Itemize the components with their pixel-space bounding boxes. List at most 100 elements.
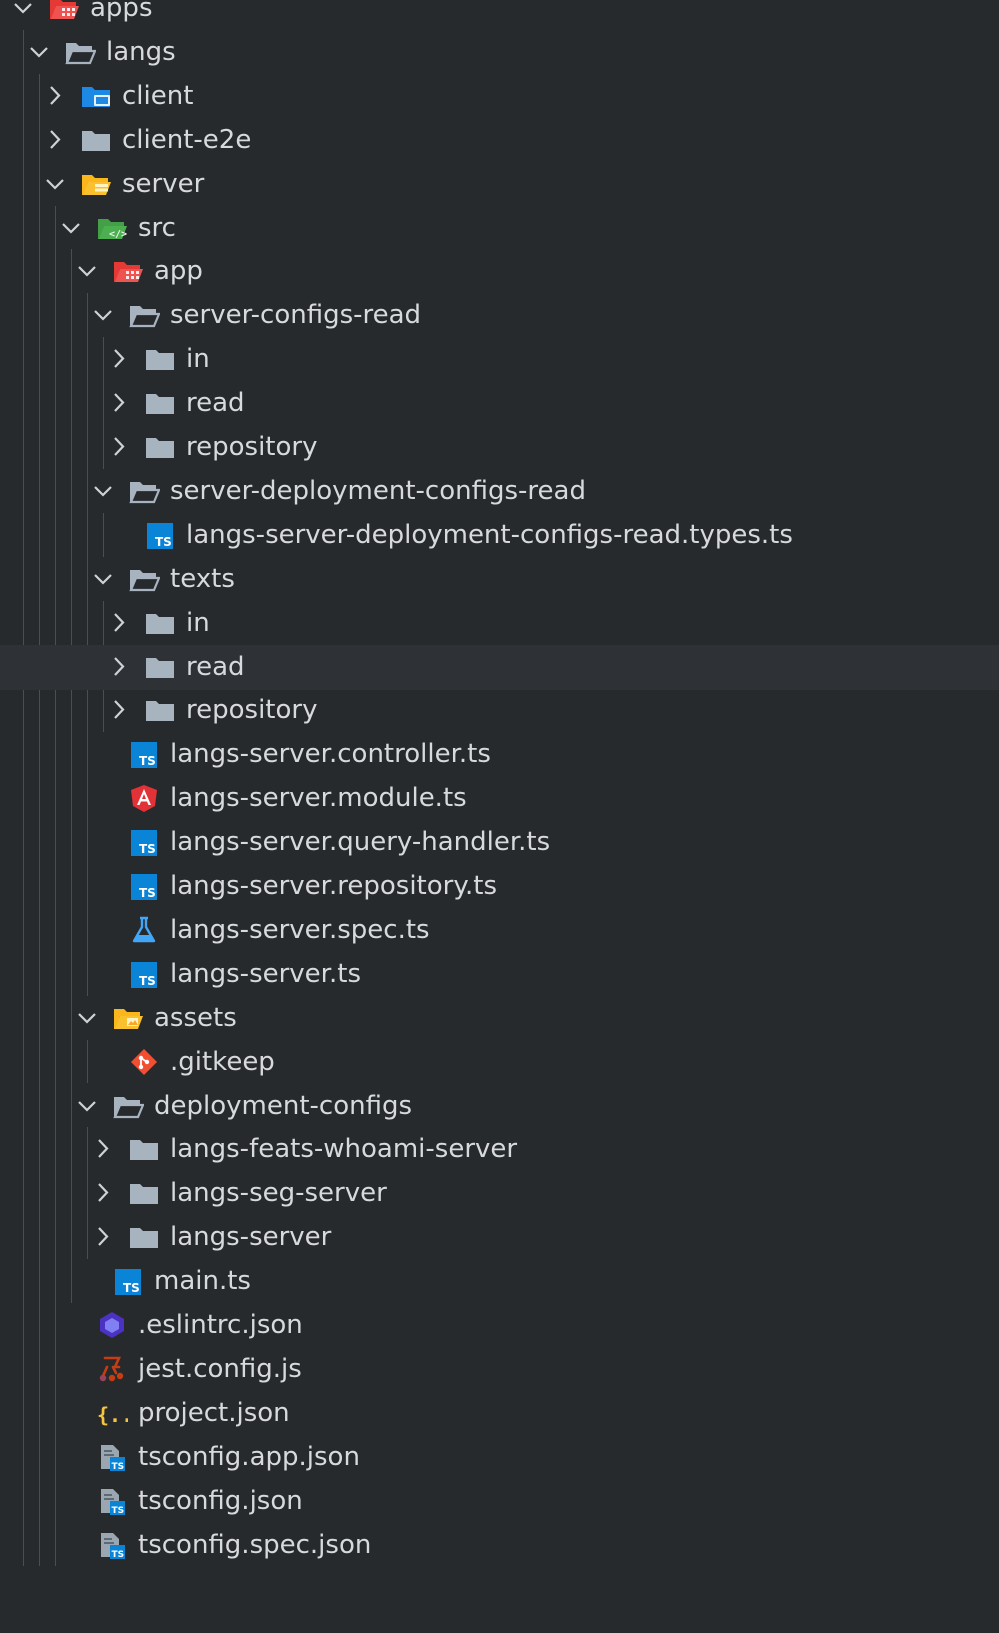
tree-item-label: in	[186, 607, 210, 638]
tree-file-row[interactable]: .gitkeep	[0, 1040, 999, 1085]
tree-item-label: apps	[90, 0, 153, 23]
tree-folder-row[interactable]: apps	[0, 0, 999, 31]
chevron-right-icon[interactable]	[106, 696, 132, 724]
chevron-down-icon[interactable]	[90, 301, 116, 329]
tree-file-row[interactable]: {..} project.json	[0, 1391, 999, 1436]
chevron-down-icon[interactable]	[90, 565, 116, 593]
tree-item-label: app	[154, 256, 203, 287]
folder-open-icon	[128, 564, 160, 594]
tree-file-row[interactable]: TS langs-server.ts	[0, 952, 999, 997]
tree-folder-row[interactable]: app	[0, 249, 999, 294]
chevron-right-icon[interactable]	[106, 653, 132, 681]
typescript-icon: TS	[128, 827, 160, 857]
tree-item-label: server	[122, 168, 205, 199]
tree-folder-row[interactable]: client-e2e	[0, 118, 999, 163]
tree-folder-row[interactable]: langs-seg-server	[0, 1171, 999, 1216]
tree-folder-row[interactable]: assets	[0, 996, 999, 1041]
tree-item-label: repository	[186, 695, 318, 726]
tree-folder-row[interactable]: repository	[0, 688, 999, 733]
tsconfig-icon: TS	[96, 1442, 128, 1472]
folder-icon	[128, 1178, 160, 1208]
folder-icon	[144, 652, 176, 682]
chevron-down-icon[interactable]	[74, 1004, 100, 1032]
chevron-right-icon[interactable]	[106, 345, 132, 373]
tree-folder-row[interactable]: langs-feats-whoami-server	[0, 1127, 999, 1172]
typescript-icon: TS	[128, 871, 160, 901]
svg-text:TS: TS	[139, 842, 156, 856]
folder-icon	[80, 125, 112, 155]
typescript-icon: TS	[128, 739, 160, 769]
folder-client-icon	[80, 81, 112, 111]
chevron-right-icon[interactable]	[42, 126, 68, 154]
chevron-right-icon[interactable]	[106, 389, 132, 417]
typescript-icon: TS	[144, 520, 176, 550]
chevron-right-icon[interactable]	[90, 1135, 116, 1163]
tree-folder-row[interactable]: read	[0, 644, 999, 690]
folder-icon	[144, 608, 176, 638]
chevron-down-icon[interactable]	[58, 214, 84, 242]
tree-file-row[interactable]: langs-server.spec.ts	[0, 908, 999, 953]
tree-item-label: server-configs-read	[170, 300, 422, 331]
git-icon	[128, 1047, 160, 1077]
tree-file-row[interactable]: TS tsconfig.app.json	[0, 1435, 999, 1480]
angular-icon	[128, 783, 160, 813]
tree-item-label: langs-server.repository.ts	[170, 871, 498, 901]
tree-folder-row[interactable]: server-deployment-configs-read	[0, 469, 999, 514]
tree-item-label: client-e2e	[122, 124, 252, 155]
typescript-icon: TS	[112, 1266, 144, 1296]
tree-folder-row[interactable]: in	[0, 601, 999, 646]
svg-text:TS: TS	[139, 754, 156, 768]
tree-file-row[interactable]: TS langs-server.query-handler.ts	[0, 820, 999, 865]
chevron-right-icon[interactable]	[90, 1223, 116, 1251]
tree-file-row[interactable]: TS tsconfig.json	[0, 1479, 999, 1524]
chevron-down-icon[interactable]	[74, 257, 100, 285]
chevron-down-icon[interactable]	[26, 38, 52, 66]
chevron-down-icon[interactable]	[42, 170, 68, 198]
tree-item-label: langs-server.controller.ts	[170, 739, 491, 770]
tree-folder-row[interactable]: texts	[0, 557, 999, 602]
tree-file-row[interactable]: jest.config.js	[0, 1347, 999, 1392]
tree-item-label: tsconfig.json	[138, 1485, 303, 1516]
tree-item-label: langs-server-deployment-configs-read.typ…	[186, 519, 793, 550]
tree-file-row[interactable]: .eslintrc.json	[0, 1303, 999, 1348]
tree-item-label: langs-seg-server	[170, 1178, 387, 1209]
test-flask-icon	[128, 915, 160, 945]
tree-folder-row[interactable]: langs-server	[0, 1215, 999, 1260]
chevron-down-icon[interactable]	[90, 477, 116, 505]
chevron-right-icon[interactable]	[90, 1179, 116, 1207]
tree-item-label: read	[186, 388, 245, 419]
folder-open-icon	[128, 300, 160, 330]
chevron-down-icon[interactable]	[10, 0, 36, 22]
tree-folder-row[interactable]: langs	[0, 30, 999, 75]
tree-item-label: .gitkeep	[170, 1046, 275, 1077]
tree-file-row[interactable]: TS main.ts	[0, 1259, 999, 1304]
tree-folder-row[interactable]: </> src	[0, 206, 999, 251]
tree-file-row[interactable]: langs-server.module.ts	[0, 776, 999, 821]
tree-file-row[interactable]: TS tsconfig.spec.json	[0, 1523, 999, 1568]
tree-folder-row[interactable]: deployment-configs	[0, 1084, 999, 1129]
jest-icon	[96, 1354, 128, 1384]
tree-folder-row[interactable]: repository	[0, 425, 999, 470]
chevron-down-icon[interactable]	[74, 1092, 100, 1120]
folder-src-icon: </>	[96, 213, 128, 243]
tree-folder-row[interactable]: client	[0, 74, 999, 119]
tree-folder-row[interactable]: server	[0, 162, 999, 207]
folder-icon	[144, 695, 176, 725]
tree-folder-row[interactable]: in	[0, 337, 999, 382]
tree-file-row[interactable]: TS langs-server.controller.ts	[0, 732, 999, 777]
json-icon: {..}	[96, 1398, 128, 1428]
tsconfig-icon: TS	[96, 1486, 128, 1516]
chevron-right-icon[interactable]	[106, 609, 132, 637]
chevron-right-icon[interactable]	[42, 82, 68, 110]
chevron-right-icon[interactable]	[106, 433, 132, 461]
tree-folder-row[interactable]: read	[0, 381, 999, 426]
tree-file-row[interactable]: TS langs-server.repository.ts	[0, 864, 999, 909]
tree-file-row[interactable]: TS langs-server-deployment-configs-read.t…	[0, 513, 999, 558]
tree-item-label: main.ts	[154, 1266, 251, 1297]
svg-text:</>: </>	[109, 229, 127, 240]
typescript-icon: TS	[128, 959, 160, 989]
svg-text:TS: TS	[139, 974, 156, 988]
tree-folder-row[interactable]: server-configs-read	[0, 293, 999, 338]
tree-item-label: langs	[106, 36, 176, 67]
folder-icon	[144, 432, 176, 462]
